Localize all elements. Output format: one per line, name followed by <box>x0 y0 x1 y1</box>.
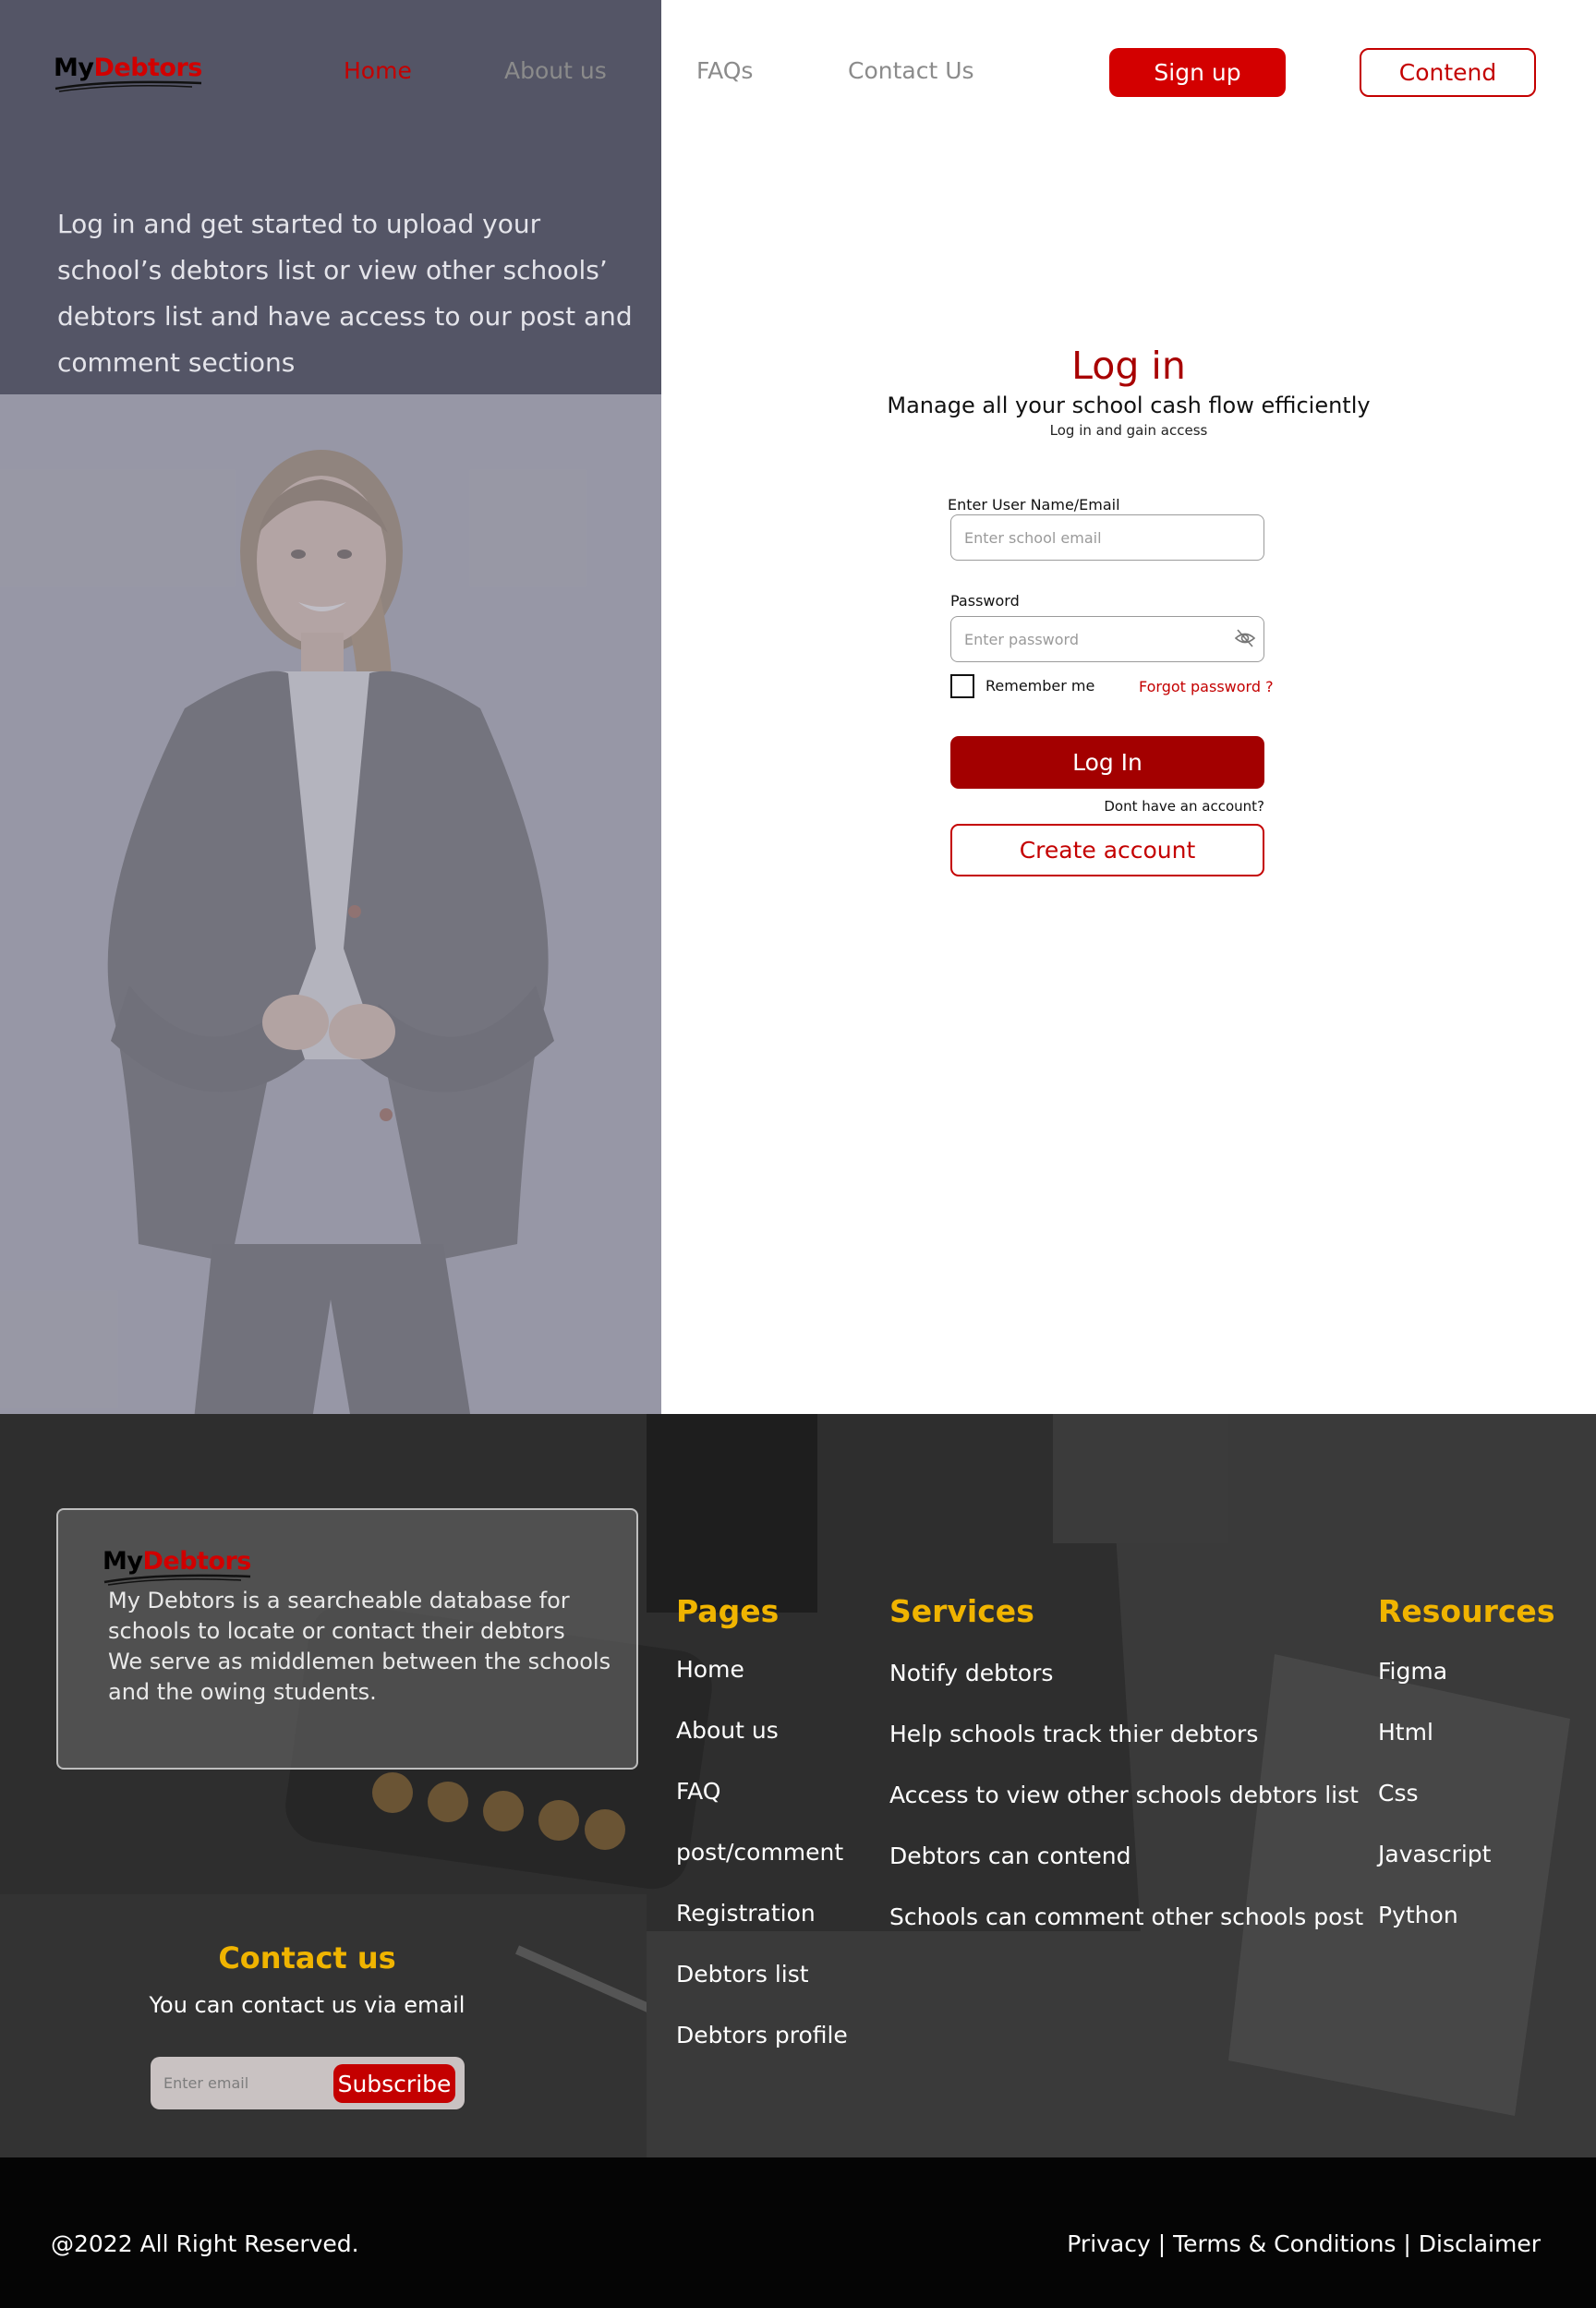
service-item[interactable]: Notify debtors <box>889 1660 1053 1686</box>
remember-label: Remember me <box>985 677 1095 695</box>
remember-checkbox[interactable] <box>950 674 974 698</box>
resource-item-python[interactable]: Python <box>1378 1902 1458 1928</box>
subscribe-form: Subscribe <box>151 2057 465 2109</box>
logo-swoosh-icon <box>103 1574 251 1586</box>
service-item[interactable]: Help schools track thier debtors <box>889 1721 1258 1747</box>
pages-title: Pages <box>676 1593 780 1629</box>
hero-text: Log in and get started to upload your sc… <box>57 209 633 378</box>
footer-link-registration[interactable]: Registration <box>676 1900 816 1927</box>
resource-item-javascript[interactable]: Javascript <box>1378 1841 1491 1867</box>
services-title: Services <box>889 1593 1034 1629</box>
logo-swoosh-icon <box>54 80 202 92</box>
privacy-link[interactable]: Privacy <box>1067 2230 1151 2257</box>
copyright: @2022 All Right Reserved. <box>51 2230 359 2257</box>
subscribe-email-input[interactable] <box>163 2068 330 2097</box>
terms-link[interactable]: Terms & Conditions <box>1173 2230 1396 2257</box>
footer-link-home[interactable]: Home <box>676 1656 744 1683</box>
email-field[interactable] <box>950 514 1264 561</box>
signup-button[interactable]: Sign up <box>1109 48 1286 97</box>
separator: | <box>1403 2230 1419 2257</box>
brand-logo[interactable]: MyDebtors <box>54 54 202 92</box>
service-item[interactable]: Debtors can contend <box>889 1843 1131 1869</box>
service-item[interactable]: Access to view other schools debtors lis… <box>889 1782 1359 1808</box>
about-card: MyDebtors My Debtors is a searcheable da… <box>56 1508 638 1770</box>
about-text: My Debtors is a searcheable database for… <box>108 1588 611 1705</box>
email-label: Enter User Name/Email <box>948 496 1120 514</box>
resource-item-html[interactable]: Html <box>1378 1719 1433 1746</box>
footer-link-debtors-profile[interactable]: Debtors profile <box>676 2022 848 2048</box>
footer-logo[interactable]: MyDebtors <box>103 1547 251 1586</box>
disclaimer-link[interactable]: Disclaimer <box>1419 2230 1541 2257</box>
password-label: Password <box>950 592 1020 610</box>
resource-item-css[interactable]: Css <box>1378 1780 1419 1807</box>
hero-photo <box>0 394 661 1414</box>
forgot-password-link[interactable]: Forgot password ? <box>1139 678 1274 695</box>
footer-link-post-comment[interactable]: post/comment <box>676 1839 843 1866</box>
nav-about-us[interactable]: About us <box>504 57 607 84</box>
nav-faqs[interactable]: FAQs <box>696 57 753 84</box>
nav-contact-us[interactable]: Contact Us <box>848 57 974 84</box>
service-item[interactable]: Schools can comment other schools post <box>889 1903 1363 1930</box>
separator: | <box>1157 2230 1174 2257</box>
nav-home[interactable]: Home <box>344 57 412 84</box>
footer-link-about-us[interactable]: About us <box>676 1717 779 1744</box>
login-subtitle: Manage all your school cash flow efficie… <box>887 393 1371 418</box>
legal-links: Privacy | Terms & Conditions | Disclaime… <box>1067 2230 1541 2257</box>
footer: MyDebtors My Debtors is a searcheable da… <box>0 1414 1596 2157</box>
resources-title: Resources <box>1378 1593 1555 1629</box>
footer-link-debtors-list[interactable]: Debtors list <box>676 1961 809 1988</box>
resource-item-figma[interactable]: Figma <box>1378 1658 1447 1685</box>
subscribe-button[interactable]: Subscribe <box>333 2064 455 2103</box>
contend-button[interactable]: Contend <box>1360 48 1536 97</box>
password-field[interactable] <box>950 616 1264 662</box>
create-account-button[interactable]: Create account <box>950 824 1264 876</box>
footer-link-faq[interactable]: FAQ <box>676 1778 720 1805</box>
login-button[interactable]: Log In <box>950 736 1264 789</box>
no-account-text: Dont have an account? <box>1104 798 1264 815</box>
contact-title: Contact us <box>218 1940 396 1976</box>
login-title: Log in <box>1071 344 1186 388</box>
eye-off-icon[interactable] <box>1234 627 1256 649</box>
contact-subtitle: You can contact us via email <box>149 1992 466 2018</box>
login-subtitle-small: Log in and gain access <box>1049 422 1208 439</box>
